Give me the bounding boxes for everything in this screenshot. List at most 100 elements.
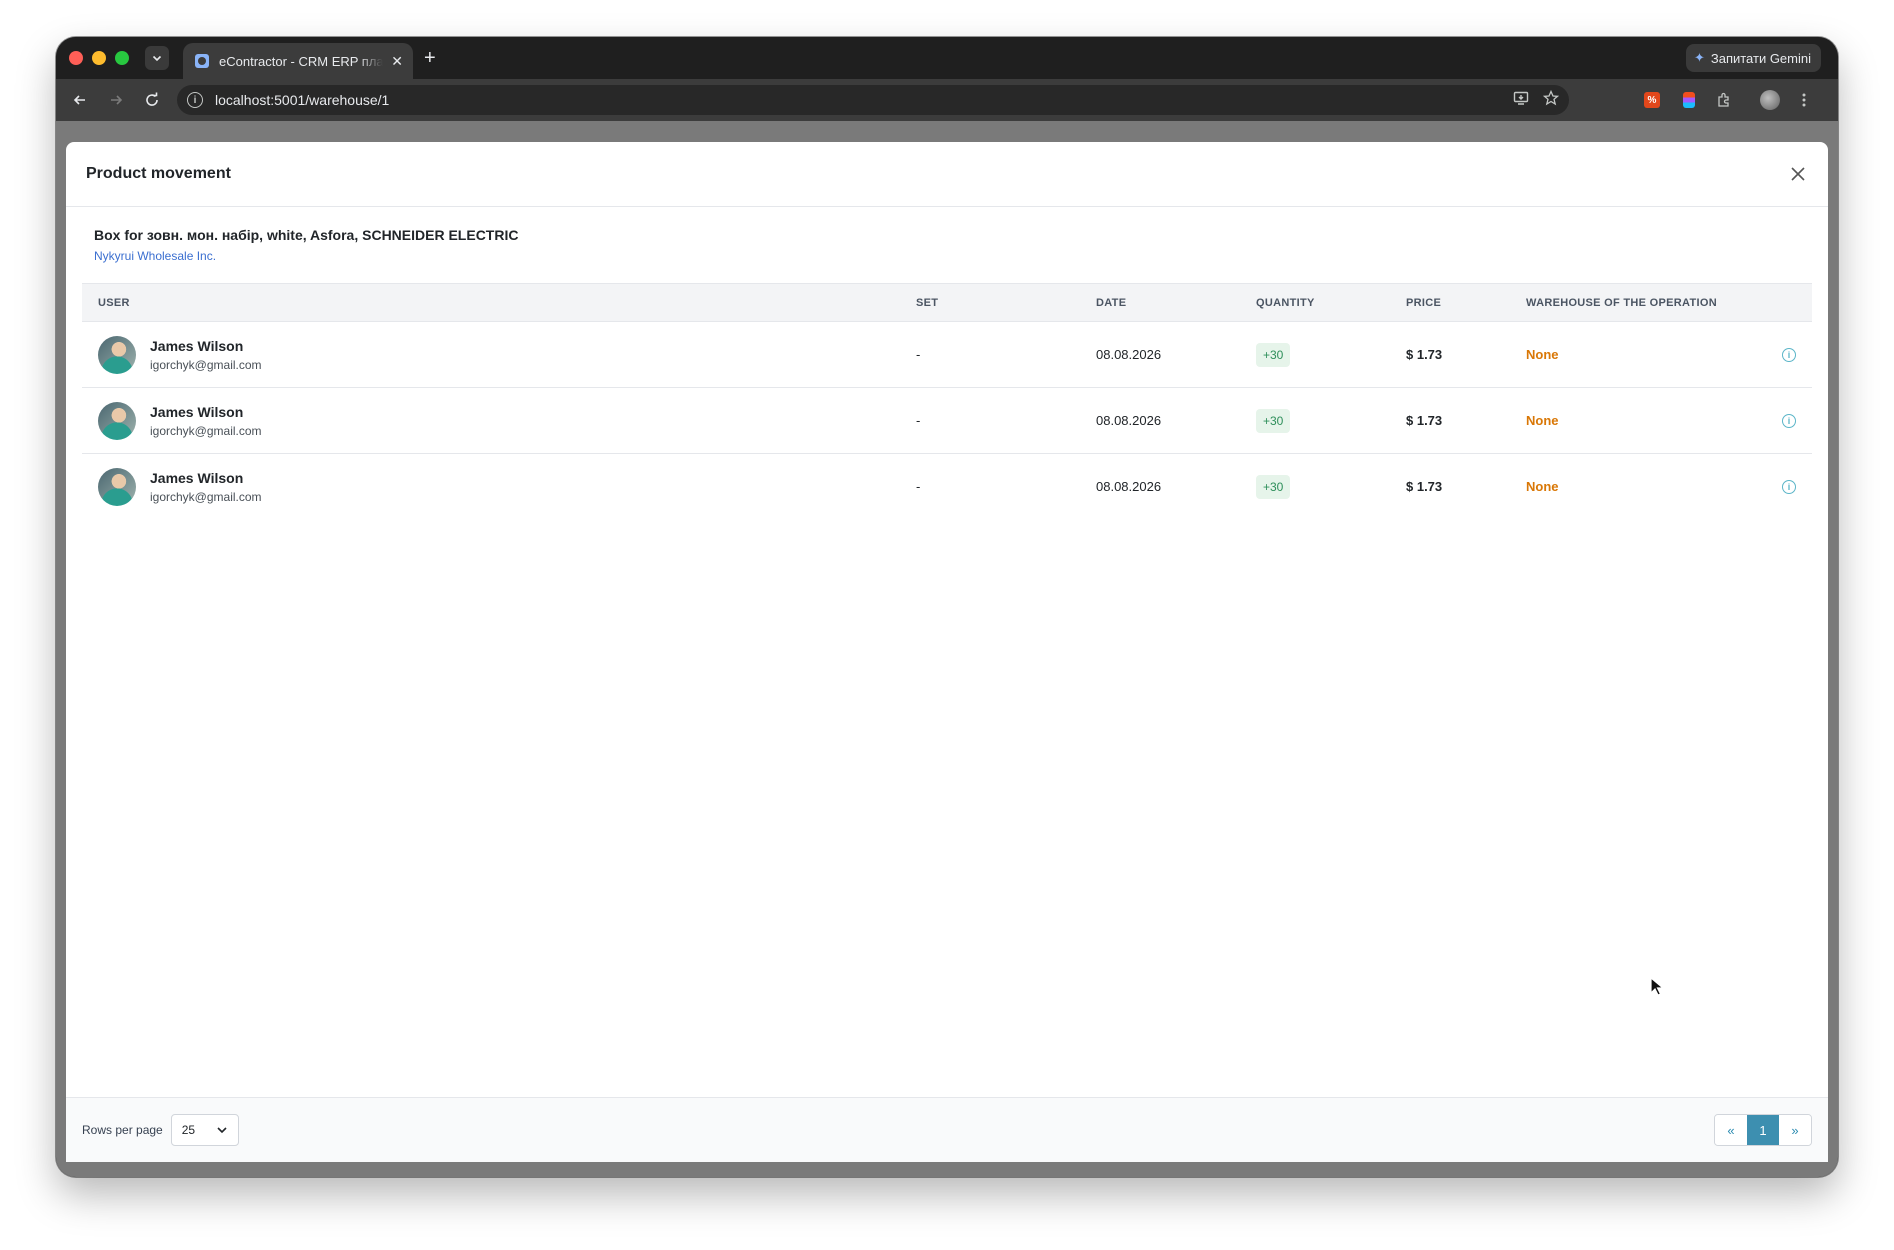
site-info-icon[interactable]: i [187, 92, 203, 108]
table-row[interactable]: James Wilson igorchyk@gmail.com - 08.08.… [82, 454, 1812, 520]
back-button[interactable] [69, 89, 91, 111]
rows-per-page-label: Rows per page [82, 1123, 163, 1137]
tab-bar: eContractor - CRM ERP платформа ✕ + ✦ За… [56, 37, 1838, 79]
reload-icon [146, 92, 158, 106]
header-actions [1762, 284, 1812, 322]
install-app-icon[interactable] [1513, 90, 1529, 106]
quantity-badge: +30 [1256, 342, 1291, 367]
table-row[interactable]: James Wilson igorchyk@gmail.com - 08.08.… [82, 387, 1812, 454]
maximize-window-button[interactable] [115, 51, 129, 65]
tab-title: eContractor - CRM ERP платформа [219, 53, 384, 69]
pagination: « 1 » [1714, 1114, 1812, 1146]
supplier-link[interactable]: Nykyrui Wholesale Inc. [94, 249, 216, 263]
date-cell: 08.08.2026 [1080, 387, 1240, 454]
actions-cell: i [1762, 454, 1812, 520]
mouse-cursor-icon [1650, 977, 1664, 996]
quantity-cell: +30 [1240, 321, 1390, 388]
header-date: DATE [1096, 296, 1127, 309]
reload-button[interactable] [141, 89, 163, 111]
back-icon [73, 95, 85, 105]
user-cell: James Wilson igorchyk@gmail.com [82, 321, 900, 388]
modal-title: Product movement [86, 165, 231, 182]
pager-next-button[interactable]: » [1779, 1115, 1811, 1145]
avatar [98, 467, 136, 506]
warehouse-cell: None [1526, 479, 1559, 495]
browser-window: eContractor - CRM ERP платформа ✕ + ✦ За… [56, 37, 1838, 1177]
product-info: Box for зовн. мон. набір, white, Asfora,… [66, 207, 1828, 283]
chevron-down-icon [217, 1127, 227, 1134]
address-bar[interactable]: i localhost:5001/warehouse/1 [177, 85, 1569, 115]
table-row[interactable]: James Wilson igorchyk@gmail.com - 08.08.… [82, 321, 1812, 388]
info-icon[interactable]: i [1782, 413, 1796, 428]
warehouse-cell: None [1510, 321, 1762, 388]
avatar [98, 335, 136, 374]
close-icon [1791, 167, 1805, 181]
tab-active[interactable]: eContractor - CRM ERP платформа ✕ [183, 43, 413, 79]
url-text: localhost:5001/warehouse/1 [215, 92, 390, 108]
pager-prev-button[interactable]: « [1715, 1115, 1747, 1145]
favicon-icon [195, 54, 209, 68]
movement-table: USER SET DATE QUANTITY PRICE WAREHOUSE O… [82, 283, 1812, 520]
date-cell: 08.08.2026 [1096, 479, 1162, 495]
extensions-icon[interactable] [1713, 89, 1735, 111]
extension-orange-icon[interactable]: % [1641, 89, 1663, 111]
user-email: igorchyk@gmail.com [150, 489, 262, 504]
user-name: James Wilson [150, 469, 244, 486]
product-movement-modal: Product movement Box for зовн. мон. набі… [66, 142, 1828, 1162]
rows-per-page-select[interactable]: 25 [170, 1114, 239, 1146]
chevron-down-icon [152, 55, 162, 62]
user-cell: James Wilson igorchyk@gmail.com [82, 454, 900, 520]
quantity-cell: +30 [1240, 454, 1390, 520]
header-quantity: QUANTITY [1256, 296, 1315, 309]
tab-close-icon[interactable]: ✕ [391, 53, 403, 70]
set-cell: - [916, 479, 921, 495]
product-name: Box for зовн. мон. набір, white, Asfora,… [94, 227, 519, 243]
figma-extension-icon[interactable] [1678, 89, 1700, 111]
header-price: PRICE [1406, 296, 1442, 309]
modal-header: Product movement [66, 142, 1828, 207]
page-backdrop: Product movement Box for зовн. мон. набі… [56, 121, 1838, 1177]
movement-table-wrapper: USER SET DATE QUANTITY PRICE WAREHOUSE O… [82, 283, 1812, 520]
avatar [98, 401, 136, 440]
header-user: USER [98, 296, 130, 309]
quantity-badge: +30 [1256, 408, 1291, 433]
star-icon[interactable] [1543, 90, 1559, 106]
price-cell: $ 1.73 [1406, 479, 1443, 495]
user-name: James Wilson [150, 403, 244, 420]
gemini-button[interactable]: ✦ Запитати Gemini [1685, 44, 1821, 72]
set-cell: - [900, 387, 1080, 454]
date-cell: 08.08.2026 [1080, 321, 1240, 388]
more-icon[interactable] [1793, 89, 1815, 111]
close-window-button[interactable] [69, 51, 83, 65]
user-email: igorchyk@gmail.com [150, 357, 262, 372]
price-cell: $ 1.73 [1390, 321, 1510, 388]
sparkle-icon: ✦ [1693, 50, 1705, 65]
actions-cell: i [1762, 387, 1812, 454]
header-warehouse: WAREHOUSE OF THE OPERATION [1526, 296, 1717, 309]
forward-icon [111, 95, 123, 105]
forward-button[interactable] [105, 89, 127, 111]
rows-per-page-value: 25 [181, 1123, 196, 1137]
modal-footer: Rows per page 25 « 1 » [66, 1097, 1828, 1162]
profile-avatar-icon[interactable] [1759, 89, 1781, 111]
quantity-cell: +30 [1240, 387, 1390, 454]
info-icon[interactable]: i [1782, 347, 1796, 362]
minimize-window-button[interactable] [92, 51, 106, 65]
price-cell: $ 1.73 [1390, 387, 1510, 454]
actions-cell: i [1762, 321, 1812, 388]
gemini-label: Запитати Gemini [1710, 50, 1811, 66]
browser-toolbar: i localhost:5001/warehouse/1 % [56, 79, 1838, 121]
table-header-row: USER SET DATE QUANTITY PRICE WAREHOUSE O… [82, 283, 1812, 322]
user-cell: James Wilson igorchyk@gmail.com [82, 387, 900, 454]
pager-page-button[interactable]: 1 [1747, 1115, 1779, 1145]
set-cell: - [900, 321, 1080, 388]
user-name: James Wilson [150, 337, 244, 354]
quantity-badge: +30 [1256, 474, 1291, 499]
tab-search-button[interactable] [145, 46, 169, 70]
header-set: SET [916, 296, 939, 309]
info-icon[interactable]: i [1782, 479, 1796, 494]
new-tab-button[interactable]: + [424, 46, 436, 70]
user-email: igorchyk@gmail.com [150, 423, 262, 438]
warehouse-cell: None [1510, 387, 1762, 454]
modal-close-button[interactable] [1786, 162, 1810, 186]
